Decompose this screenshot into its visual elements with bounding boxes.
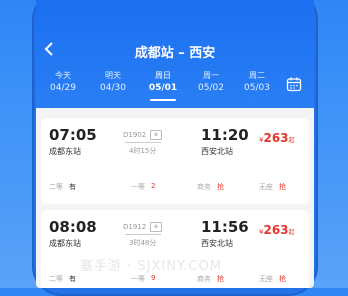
seat-value: 抢 bbox=[279, 183, 286, 191]
arrive-station: 西安北站 bbox=[201, 239, 233, 248]
price: ¥263起 bbox=[259, 127, 295, 146]
tab-date-3[interactable]: 周一 05/02 bbox=[188, 70, 234, 95]
seat-value: 抢 bbox=[217, 183, 224, 191]
seat-label: 一等 bbox=[131, 275, 145, 283]
route-title: 成都站 – 西安 bbox=[134, 46, 216, 61]
train-card[interactable]: 08:08 成都东站 D1912 ⊕ 3时48分 11:56 西安北站 ¥263… bbox=[41, 210, 309, 288]
seat-label: 一等 bbox=[131, 183, 145, 191]
seat-value: 抢 bbox=[279, 275, 286, 283]
seat-value: 2 bbox=[151, 182, 156, 190]
seat-value: 抢 bbox=[217, 275, 224, 283]
depart-time: 07:05 bbox=[49, 126, 97, 144]
route-line bbox=[125, 234, 161, 235]
seat-label: 商务 bbox=[197, 275, 211, 283]
app-screen: 成都站 – 西安 今天 04/29 明天 04/30 周日 05/01 周一 0… bbox=[36, 0, 314, 288]
depart-station: 成都东站 bbox=[49, 147, 81, 156]
price-suffix: 起 bbox=[288, 229, 295, 236]
arrive-time: 11:56 bbox=[201, 218, 249, 236]
seat-availability: 二等 有 一等 2 商务 抢 无座 抢 bbox=[49, 182, 301, 194]
tab-weekday: 周二 bbox=[249, 71, 265, 80]
calendar-icon[interactable] bbox=[286, 76, 302, 92]
depart-station: 成都东站 bbox=[49, 239, 81, 248]
route-line bbox=[125, 142, 161, 143]
price: ¥263起 bbox=[259, 219, 295, 238]
tab-date: 05/03 bbox=[244, 83, 270, 93]
tab-date: 05/01 bbox=[148, 83, 178, 93]
price-amount: 263 bbox=[263, 223, 289, 237]
date-tabs: 今天 04/29 明天 04/30 周日 05/01 周一 05/02 周二 0… bbox=[40, 70, 310, 104]
tab-date: 04/29 bbox=[50, 83, 76, 93]
tab-weekday: 今天 bbox=[55, 71, 71, 80]
seat-map-icon: ⊕ bbox=[150, 130, 162, 140]
arrive-station: 西安北站 bbox=[201, 147, 233, 156]
seat-label: 二等 bbox=[49, 275, 63, 283]
seat-label: 商务 bbox=[197, 183, 211, 191]
seat-label: 二等 bbox=[49, 183, 63, 191]
price-amount: 263 bbox=[263, 131, 289, 145]
seat-label: 无座 bbox=[259, 183, 273, 191]
tab-weekday: 明天 bbox=[105, 71, 121, 80]
tab-date-0[interactable]: 今天 04/29 bbox=[40, 70, 86, 95]
tab-date-4[interactable]: 周二 05/03 bbox=[234, 70, 280, 95]
price-suffix: 起 bbox=[288, 137, 295, 144]
train-card[interactable]: 07:05 成都东站 D1902 ⊕ 4时15分 11:20 西安北站 ¥263… bbox=[41, 118, 309, 204]
train-number: D1912 bbox=[123, 223, 147, 231]
duration: 3时48分 bbox=[129, 239, 157, 247]
tab-date-1[interactable]: 明天 04/30 bbox=[90, 70, 136, 95]
tab-weekday: 周一 bbox=[203, 71, 219, 80]
tab-date: 05/02 bbox=[198, 83, 224, 93]
seat-label: 无座 bbox=[259, 275, 273, 283]
tab-weekday: 周日 bbox=[155, 71, 171, 80]
tab-date: 04/30 bbox=[100, 83, 126, 93]
seat-availability: 二等 有 一等 9 商务 抢 无座 抢 bbox=[49, 274, 301, 286]
depart-time: 08:08 bbox=[49, 218, 97, 236]
arrive-time: 11:20 bbox=[201, 126, 249, 144]
header-bar: 成都站 – 西安 今天 04/29 明天 04/30 周日 05/01 周一 0… bbox=[36, 0, 314, 108]
seat-map-icon: ⊕ bbox=[150, 222, 162, 232]
seat-value: 9 bbox=[151, 274, 156, 282]
duration: 4时15分 bbox=[129, 147, 157, 155]
train-number: D1902 bbox=[123, 131, 147, 139]
tab-date-2[interactable]: 周日 05/01 bbox=[140, 70, 186, 101]
watermark: 塞手游 · SJXINY.COM bbox=[80, 259, 222, 274]
seat-value: 有 bbox=[69, 275, 76, 283]
seat-value: 有 bbox=[69, 183, 76, 191]
